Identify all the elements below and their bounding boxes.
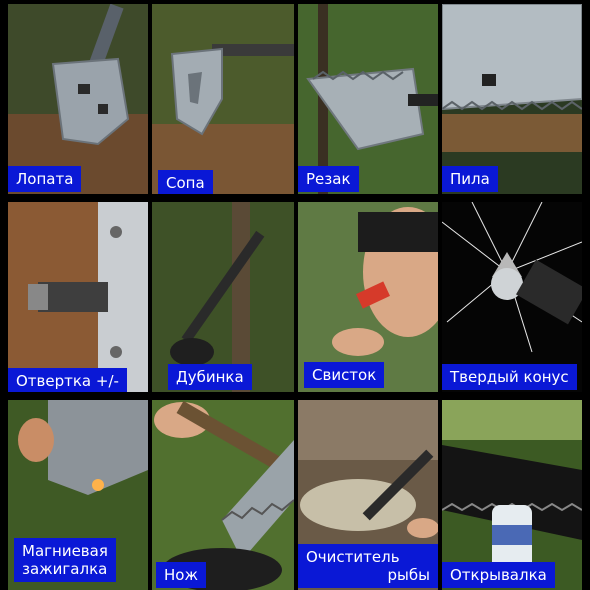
screwdriver-photo <box>8 202 148 392</box>
tool-feature-grid: Лопата Сопа Резак Пила Отвертка +/- Дуби… <box>0 0 590 590</box>
tile-dubinka: Дубинка <box>152 202 294 392</box>
label-zazhigalka: Магниевая зажигалка <box>14 538 116 582</box>
tile-sopa: Сопа <box>152 4 294 194</box>
label-ochistitel-line2: рыбы <box>387 566 430 584</box>
label-otvertka: Отвертка +/- <box>8 368 127 392</box>
label-konus: Твердый конус <box>442 364 577 390</box>
label-pila: Пила <box>442 166 498 192</box>
tile-lopata: Лопата <box>8 4 148 194</box>
label-otkryvalka: Открывалка <box>442 562 555 588</box>
tile-otkryvalka: Открывалка <box>442 400 582 590</box>
label-lopata: Лопата <box>8 166 82 192</box>
tile-svistok: Свисток <box>298 202 438 392</box>
tile-zazhigalka: Магниевая зажигалка <box>8 400 148 590</box>
label-ochistitel-line1: Очиститель <box>306 548 400 566</box>
label-svistok: Свисток <box>304 362 385 388</box>
label-ochistitel: Очиститель рыбы <box>298 544 438 588</box>
label-nozh: Нож <box>156 562 206 588</box>
tile-konus: Твердый конус <box>442 202 582 392</box>
tile-rezak: Резак <box>298 4 438 194</box>
label-zazhigalka-line1: Магниевая <box>22 542 108 560</box>
label-dubinka: Дубинка <box>168 364 252 390</box>
label-zazhigalka-line2: зажигалка <box>22 560 108 578</box>
tile-pila: Пила <box>442 4 582 194</box>
tile-otvertka: Отвертка +/- <box>8 202 148 392</box>
tile-nozh: Нож <box>152 400 294 590</box>
label-rezak: Резак <box>298 166 359 192</box>
label-sopa: Сопа <box>158 170 213 194</box>
tile-ochistitel: Очиститель рыбы <box>298 400 438 590</box>
hoe-photo <box>152 4 294 194</box>
